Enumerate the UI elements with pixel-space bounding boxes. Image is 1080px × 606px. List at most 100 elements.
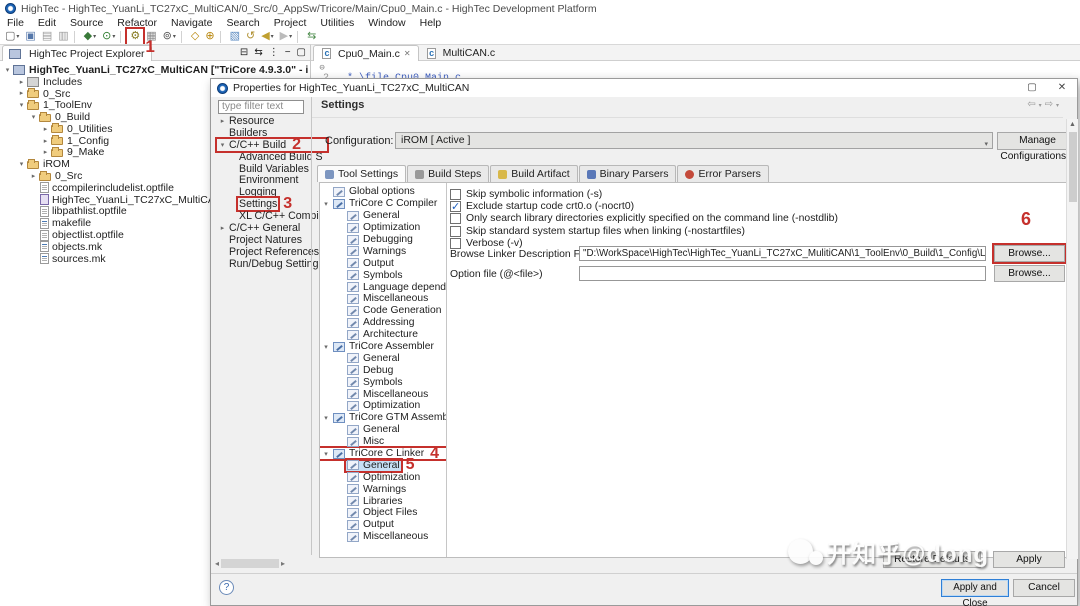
- tool-tree-item[interactable]: ▾ TriCore C Linker 4: [320, 445, 446, 462]
- scroll-up-icon[interactable]: ▲: [1067, 119, 1078, 131]
- help-button[interactable]: ?: [219, 580, 234, 595]
- tool-tree-item[interactable]: General 5: [320, 457, 446, 473]
- tool-tree-item[interactable]: ▾ TriCore C Compiler: [320, 198, 446, 210]
- vertical-scrollbar[interactable]: ▲: [1066, 119, 1078, 559]
- tool-tree-item[interactable]: Miscellaneous: [320, 531, 446, 543]
- code-editor[interactable]: 1 ⊖ /** 2 ⊖ * \file Cpu0_Main.c: [311, 62, 1080, 79]
- horizontal-scrollbar[interactable]: ◂ ▸: [215, 557, 307, 569]
- toolbar-icon[interactable]: [219, 30, 225, 43]
- settings-tab[interactable]: Build Artifact: [490, 165, 578, 182]
- cancel-button[interactable]: Cancel: [1013, 579, 1075, 597]
- checkbox[interactable]: [450, 188, 461, 200]
- menu-item[interactable]: Help: [413, 17, 449, 30]
- scroll-left-icon[interactable]: ◂: [215, 559, 219, 568]
- toolbar-icon[interactable]: [297, 30, 302, 43]
- expand-arrow-icon[interactable]: ▸: [16, 78, 27, 86]
- expand-arrow-icon[interactable]: ▸: [40, 137, 51, 145]
- toolbar-icon[interactable]: ⇆: [304, 29, 319, 44]
- toolbar-icon[interactable]: ◇: [188, 29, 202, 44]
- tool-tree-item[interactable]: ▾ TriCore GTM Assembler: [320, 412, 446, 424]
- view-toolbar-icon[interactable]: ▢: [297, 47, 306, 59]
- tool-tree-item[interactable]: Warnings: [320, 483, 446, 495]
- browse-linker-button[interactable]: Browse...: [992, 243, 1067, 264]
- linker-file-input[interactable]: "D:\WorkSpace\HighTec\HighTec_YuanLi_TC2…: [579, 246, 986, 261]
- tool-tree-item[interactable]: Output: [320, 257, 446, 269]
- toolbar-icon[interactable]: ▧: [227, 29, 243, 44]
- option-file-input[interactable]: [579, 266, 986, 281]
- menu-item[interactable]: Window: [361, 17, 412, 30]
- editor-tab[interactable]: Cpu0_Main.c ✕: [313, 45, 419, 61]
- expand-arrow-icon[interactable]: ▸: [40, 125, 51, 133]
- toolbar-icon[interactable]: ↺: [243, 29, 258, 44]
- view-toolbar-icon[interactable]: ⊟: [240, 47, 248, 59]
- tool-tree-item[interactable]: Global options: [320, 186, 446, 198]
- tool-tree-item[interactable]: Object Files: [320, 507, 446, 519]
- toolbar-icon[interactable]: ▢ ▾: [2, 29, 22, 44]
- expand-arrow-icon[interactable]: ▾: [217, 141, 228, 149]
- tool-tree-item[interactable]: Symbols: [320, 269, 446, 281]
- tool-tree-item[interactable]: Miscellaneous: [320, 388, 446, 400]
- back-icon[interactable]: ⇦: [1027, 99, 1035, 110]
- expand-arrow-icon[interactable]: ▸: [217, 224, 228, 232]
- expand-arrow-icon[interactable]: ▾: [320, 200, 332, 208]
- back-menu-icon[interactable]: ▾: [1039, 102, 1042, 110]
- scrollbar-thumb[interactable]: [1069, 132, 1077, 202]
- settings-tab[interactable]: Tool Settings: [317, 165, 407, 182]
- view-toolbar-icon[interactable]: ⇆: [254, 47, 262, 59]
- maximize-icon[interactable]: ▢: [1017, 79, 1047, 97]
- tool-tree-item[interactable]: Warnings: [320, 245, 446, 257]
- expand-arrow-icon[interactable]: ▸: [217, 117, 228, 125]
- tool-tree-item[interactable]: Optimization: [320, 222, 446, 234]
- toolbar-icon[interactable]: ◆ ▾: [81, 29, 99, 44]
- expand-arrow-icon[interactable]: ▾: [16, 101, 27, 109]
- scrollbar-thumb[interactable]: [221, 558, 280, 568]
- tab-project-explorer[interactable]: HighTec Project Explorer: [2, 45, 152, 61]
- fold-icon[interactable]: ⊖: [319, 63, 324, 73]
- tool-tree-item[interactable]: Optimization: [320, 400, 446, 412]
- checkbox[interactable]: [450, 238, 461, 250]
- forward-icon[interactable]: ⇨: [1045, 99, 1053, 110]
- tool-tree-item[interactable]: General: [320, 210, 446, 222]
- settings-tab[interactable]: Binary Parsers: [578, 165, 677, 182]
- checkbox[interactable]: [450, 225, 461, 237]
- toolbar-icon[interactable]: ⚙ 1: [125, 27, 155, 55]
- tool-tree-item[interactable]: Addressing: [320, 317, 446, 329]
- apply-button[interactable]: Apply: [993, 551, 1065, 568]
- toolbar-icon[interactable]: ⊕: [202, 29, 217, 44]
- browse-option-button[interactable]: Browse...: [994, 265, 1065, 282]
- view-toolbar-icon[interactable]: −: [285, 47, 291, 59]
- tool-tree-item[interactable]: Miscellaneous: [320, 293, 446, 305]
- expand-arrow-icon[interactable]: ▸: [40, 148, 51, 156]
- toolbar-icon[interactable]: ⊚ ▾: [160, 29, 179, 44]
- tool-tree-item[interactable]: General: [320, 352, 446, 364]
- tool-tree-item[interactable]: Libraries: [320, 495, 446, 507]
- settings-tab[interactable]: Build Steps: [407, 165, 490, 182]
- close-icon[interactable]: ✕: [1047, 79, 1077, 97]
- tool-tree-item[interactable]: Symbols: [320, 376, 446, 388]
- toolbar-icon[interactable]: [120, 30, 125, 43]
- expand-arrow-icon[interactable]: ▾: [2, 66, 13, 74]
- tool-tree-item[interactable]: General: [320, 424, 446, 436]
- configuration-select[interactable]: iROM [ Active ] ▾: [395, 132, 993, 149]
- scroll-right-icon[interactable]: ▸: [281, 559, 285, 568]
- tool-tree-item[interactable]: Language dependent: [320, 281, 446, 293]
- checkbox[interactable]: [450, 200, 461, 213]
- toolbar-icon[interactable]: ▥: [55, 29, 71, 44]
- expand-arrow-icon[interactable]: ▾: [320, 414, 332, 422]
- expand-arrow-icon[interactable]: ▸: [28, 172, 39, 180]
- toolbar-icon[interactable]: ▶ ▾: [277, 29, 295, 44]
- forward-menu-icon[interactable]: ▾: [1056, 102, 1059, 110]
- expand-arrow-icon[interactable]: ▸: [16, 89, 27, 97]
- tool-tree-item[interactable]: Debug: [320, 364, 446, 376]
- expand-arrow-icon[interactable]: ▾: [28, 113, 39, 121]
- close-tab-icon[interactable]: ✕: [404, 49, 411, 58]
- expand-arrow-icon[interactable]: ▾: [16, 160, 27, 168]
- toolbar-icon[interactable]: [180, 30, 186, 43]
- checkbox[interactable]: [450, 213, 461, 225]
- toolbar-icon[interactable]: ◀ ▾: [258, 29, 276, 44]
- expand-arrow-icon[interactable]: ▾: [320, 343, 332, 351]
- toolbar-icon[interactable]: [73, 30, 79, 43]
- toolbar-icon[interactable]: ▤: [39, 29, 55, 44]
- restore-defaults-button[interactable]: Restore Defaults: [883, 551, 981, 568]
- tool-tree-item[interactable]: Output: [320, 519, 446, 531]
